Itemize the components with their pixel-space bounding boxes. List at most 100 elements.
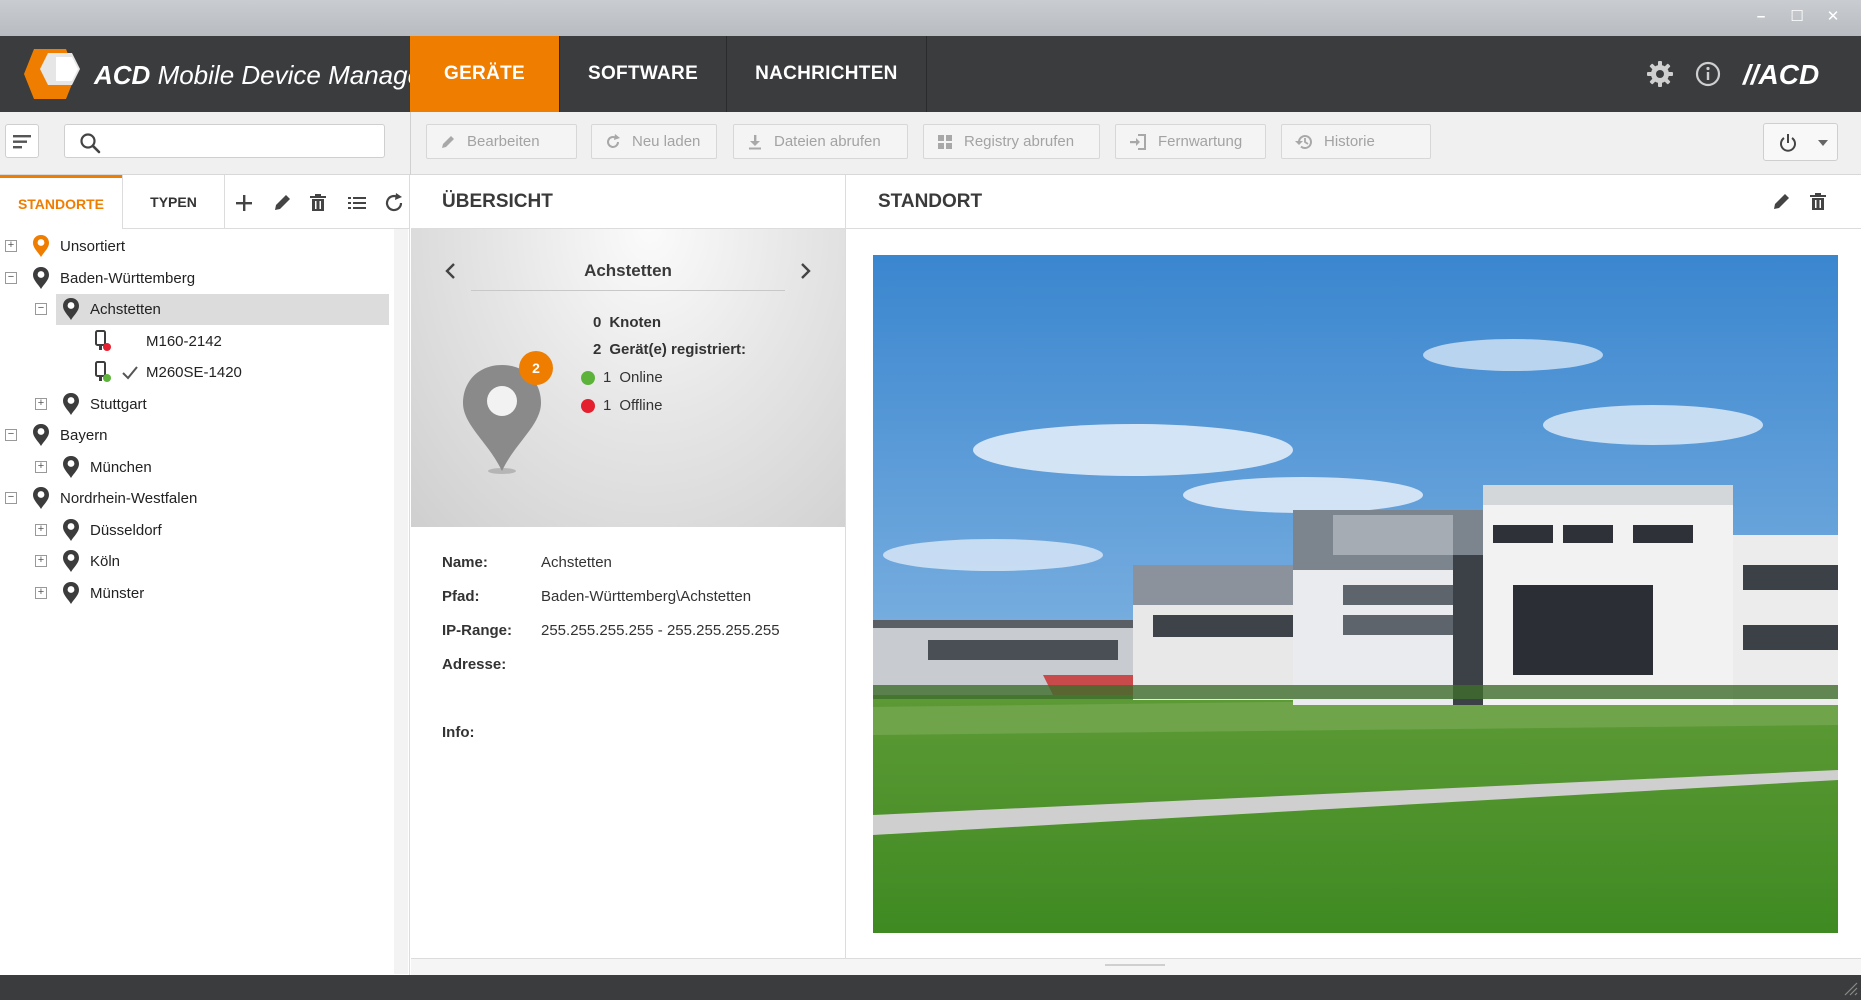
tab-standorte[interactable]: STANDORTE [0,175,122,229]
tree-item-label: M260SE-1420 [146,364,242,381]
collapse-icon[interactable]: − [5,271,17,284]
fetch-registry-button[interactable]: Registry abrufen [923,124,1100,159]
resize-grip[interactable] [1105,964,1165,966]
location-pin-icon [63,298,79,320]
offline-stat: 1 Offline [581,397,662,414]
minimize-button[interactable]: – [1751,7,1771,27]
standort-pane: STANDORT [845,175,1861,975]
edit-button[interactable]: Bearbeiten [426,124,577,159]
add-icon[interactable] [232,191,256,215]
tree-item[interactable]: − Nordrhein-Westfalen [0,483,394,514]
info-icon[interactable] [1693,59,1723,89]
registry-icon [938,134,952,149]
tree-item-label: Nordrhein-Westfalen [60,490,198,507]
tree-item[interactable]: + Unsortiert [0,231,394,262]
tab-software[interactable]: SOFTWARE [560,36,728,112]
edit-icon[interactable] [1769,190,1793,214]
expand-icon[interactable]: + [35,555,47,567]
tree-item[interactable]: − Achstetten [0,294,394,325]
location-card: Achstetten 2 0 Knoten 2 Gerät(e) registrie… [411,229,845,527]
toolbar: Bearbeiten Neu laden Dateien abrufen Reg… [0,112,1861,175]
tree-item[interactable]: + Düsseldorf [0,515,394,546]
search-box[interactable] [64,124,385,158]
device-icon [95,361,111,382]
collapse-icon[interactable]: − [5,429,17,441]
search-input[interactable] [111,129,371,153]
expand-icon[interactable]: + [5,240,17,252]
collapse-icon[interactable]: − [5,492,17,504]
gear-icon[interactable] [1645,59,1675,89]
tree-item-label: Stuttgart [90,395,147,413]
tree-item[interactable]: M260SE-1420 [0,357,394,388]
list-view-icon[interactable] [345,191,369,215]
tree-item[interactable]: − Baden-Württemberg [0,263,394,294]
location-pin-icon [33,487,49,509]
power-icon [1780,134,1796,152]
location-pane: STANDORTE TYPEN + Unsortiert − Baden-Württe… [0,175,410,975]
tree-item-label: Bayern [60,427,108,444]
expand-icon[interactable]: + [35,523,47,536]
tab-nachrichten[interactable]: NACHRICHTEN [727,36,927,112]
tree-scrollbar[interactable] [394,229,408,974]
collapse-icon[interactable]: − [35,303,47,315]
brand-logo: //ACD [1741,59,1819,90]
pencil-icon [442,135,454,148]
tab-geraete[interactable]: GERÄTE [410,36,560,112]
tree-item-label: Baden-Württemberg [60,269,196,287]
filter-button[interactable] [5,124,39,158]
tree-item[interactable]: + Stuttgart [0,389,394,420]
location-pin-icon [63,581,79,604]
overview-pane: ÜBERSICHT Achstetten 2 0 Knoten 2 Gerät(e)… [411,175,845,975]
knoten-stat: 0 Knoten [593,314,662,331]
standort-heading: STANDORT [846,175,1861,229]
location-name: Achstetten [584,261,672,280]
power-menu-button[interactable] [1763,123,1838,161]
resize-grip-icon[interactable] [1841,979,1859,997]
offline-status-icon [581,398,595,413]
toolbar-divider [410,112,411,175]
overview-heading: ÜBERSICHT [411,175,845,229]
edit-icon[interactable] [270,191,294,215]
tree-item[interactable]: + Köln [0,546,394,577]
device-count-badge: 2 [519,351,553,385]
location-pin-icon [33,266,49,289]
online-stat: 1 Online [581,369,663,386]
refresh-icon[interactable] [382,191,406,215]
app-title: ACD Mobile Device Manager [94,60,431,90]
close-button[interactable]: ✕ [1823,7,1843,27]
fetch-files-button[interactable]: Dateien abrufen [733,124,908,159]
tree-item-label: Münster [90,584,145,602]
tab-typen[interactable]: TYPEN [122,175,225,229]
tree-item[interactable]: M160-2142 [0,326,394,357]
device-icon [95,329,111,351]
status-bar [0,975,1861,1000]
app-header: ACD Mobile Device Manager GERÄTE SOFTWAR… [0,36,1861,112]
expand-icon[interactable]: + [35,586,47,599]
remote-maintenance-button[interactable]: Fernwartung [1115,124,1266,159]
horizontal-scrollbar[interactable] [411,958,1861,976]
chevron-right-icon[interactable] [796,259,814,283]
location-pin-icon [63,518,79,541]
sort-lines-icon [13,135,31,149]
tree-item[interactable]: + Münster [0,578,394,609]
location-photo [873,255,1838,933]
history-icon [1295,134,1312,149]
delete-icon[interactable] [306,191,330,215]
tree-item-label: M160-2142 [146,332,222,350]
tree-item-label: München [90,458,152,476]
expand-icon[interactable]: + [35,397,47,410]
maximize-button[interactable]: ☐ [1787,7,1807,27]
online-status-icon [581,370,595,385]
chevron-down-icon [1818,140,1828,146]
reload-button[interactable]: Neu laden [591,124,717,159]
expand-icon[interactable]: + [35,460,47,473]
tree-item-label: Köln [90,553,121,570]
tree-item[interactable]: + München [0,452,394,483]
delete-icon[interactable] [1806,190,1830,214]
location-tree: + Unsortiert − Baden-Württemberg − Achstetten… [0,229,394,974]
registered-stat: 2 Gerät(e) registriert: [593,341,747,358]
tree-item-label: Unsortiert [60,238,126,255]
tree-item[interactable]: − Bayern [0,420,394,451]
history-button[interactable]: Historie [1281,124,1431,159]
svg-text://ACD: //ACD [1741,59,1819,90]
